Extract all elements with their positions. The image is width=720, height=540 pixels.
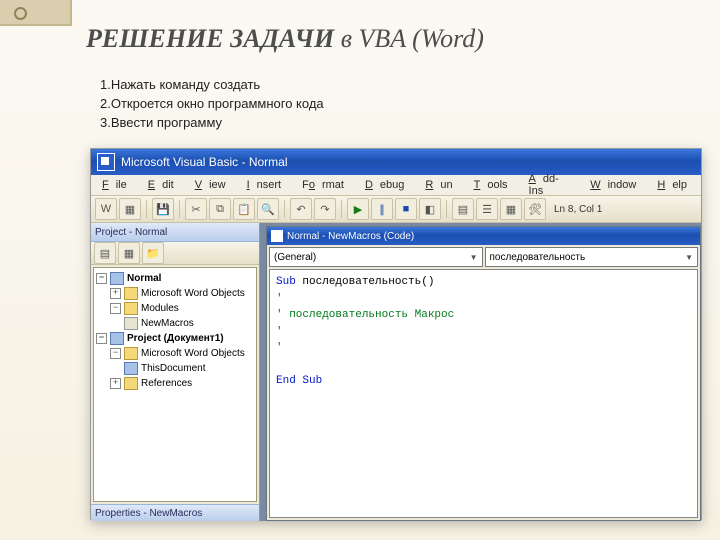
slide-title: РЕШЕНИЕ ЗАДАЧИ в VBA (Word) — [86, 24, 484, 54]
menu-window[interactable]: Window — [583, 177, 650, 193]
object-dropdown[interactable]: (General)▼ — [269, 247, 483, 267]
chevron-down-icon: ▼ — [470, 253, 478, 262]
window-titlebar[interactable]: Microsoft Visual Basic - Normal — [91, 149, 701, 175]
toolbox-button[interactable]: 🛠 — [524, 198, 546, 220]
save-button[interactable]: 💾 — [152, 198, 174, 220]
view-object-button[interactable]: ▦ — [118, 242, 140, 264]
code-editor[interactable]: Sub последовательность() ' ' последовате… — [269, 269, 698, 518]
pause-button[interactable]: ∥ — [371, 198, 393, 220]
tree-project-doc[interactable]: −Project (Документ1) — [96, 331, 254, 346]
project-explorer-toolbar: ▤ ▦ 📁 — [91, 242, 259, 265]
project-explorer-button[interactable]: ▤ — [452, 198, 474, 220]
tree-word-objects-2[interactable]: −Microsoft Word Objects — [96, 346, 254, 361]
mdi-area: Normal - NewMacros (Code) (General)▼ пос… — [260, 223, 701, 521]
menu-addins[interactable]: Add-Ins — [522, 171, 584, 199]
stop-button[interactable]: ■ — [395, 198, 417, 220]
view-code-button[interactable]: ▤ — [94, 242, 116, 264]
tree-modules[interactable]: −Modules — [96, 301, 254, 316]
app-icon — [97, 153, 115, 171]
copy-button[interactable]: ⧉ — [209, 198, 231, 220]
cursor-position: Ln 8, Col 1 — [548, 204, 602, 215]
cut-button[interactable]: ✂ — [185, 198, 207, 220]
slide-corner-decoration — [0, 0, 72, 26]
toggle-folders-button[interactable]: 📁 — [142, 242, 164, 264]
menu-tools[interactable]: Tools — [467, 177, 522, 193]
menu-format[interactable]: Format — [295, 177, 358, 193]
menu-edit[interactable]: Edit — [141, 177, 188, 193]
tree-word-objects-1[interactable]: +Microsoft Word Objects — [96, 286, 254, 301]
project-explorer-title[interactable]: Project - Normal — [91, 223, 259, 242]
menu-insert[interactable]: Insert — [240, 177, 296, 193]
tree-thisdocument[interactable]: ThisDocument — [96, 361, 254, 376]
chevron-down-icon: ▼ — [685, 253, 693, 262]
word-icon[interactable]: W — [95, 198, 117, 220]
object-browser-button[interactable]: ▦ — [500, 198, 522, 220]
tree-normal[interactable]: −Normal — [96, 271, 254, 286]
redo-button[interactable]: ↷ — [314, 198, 336, 220]
run-button[interactable]: ▶ — [347, 198, 369, 220]
menu-help[interactable]: Help — [650, 177, 701, 193]
insert-module-button[interactable]: ▦ — [119, 198, 141, 220]
standard-toolbar: W ▦ 💾 ✂ ⧉ 📋 🔍 ↶ ↷ ▶ ∥ ■ ◧ ▤ ☰ ▦ 🛠 Ln 8, … — [91, 196, 701, 223]
find-button[interactable]: 🔍 — [257, 198, 279, 220]
properties-panel-title[interactable]: Properties - NewMacros — [91, 504, 259, 521]
procedure-dropdown[interactable]: последовательность▼ — [485, 247, 699, 267]
tree-newmacros[interactable]: NewMacros — [96, 316, 254, 331]
undo-button[interactable]: ↶ — [290, 198, 312, 220]
menu-view[interactable]: View — [188, 177, 240, 193]
left-panels: Project - Normal ▤ ▦ 📁 −Normal +Microsof… — [91, 223, 260, 521]
code-window-titlebar[interactable]: Normal - NewMacros (Code) — [267, 227, 700, 245]
menu-bar[interactable]: File Edit View Insert Format Debug Run T… — [91, 175, 701, 196]
vba-ide-window: Microsoft Visual Basic - Normal File Edi… — [90, 148, 702, 520]
module-icon — [271, 230, 283, 242]
menu-file[interactable]: File — [95, 177, 141, 193]
project-tree[interactable]: −Normal +Microsoft Word Objects −Modules… — [93, 267, 257, 502]
properties-button[interactable]: ☰ — [476, 198, 498, 220]
code-window: Normal - NewMacros (Code) (General)▼ пос… — [266, 226, 701, 521]
paste-button[interactable]: 📋 — [233, 198, 255, 220]
code-selectors: (General)▼ последовательность▼ — [267, 245, 700, 269]
design-mode-button[interactable]: ◧ — [419, 198, 441, 220]
menu-debug[interactable]: Debug — [358, 177, 418, 193]
window-title: Microsoft Visual Basic - Normal — [121, 155, 288, 169]
code-window-title: Normal - NewMacros (Code) — [287, 231, 414, 242]
menu-run[interactable]: Run — [418, 177, 466, 193]
instruction-steps: 1.Нажать команду создать 2.Откроется окн… — [100, 76, 324, 133]
tree-references[interactable]: +References — [96, 376, 254, 391]
